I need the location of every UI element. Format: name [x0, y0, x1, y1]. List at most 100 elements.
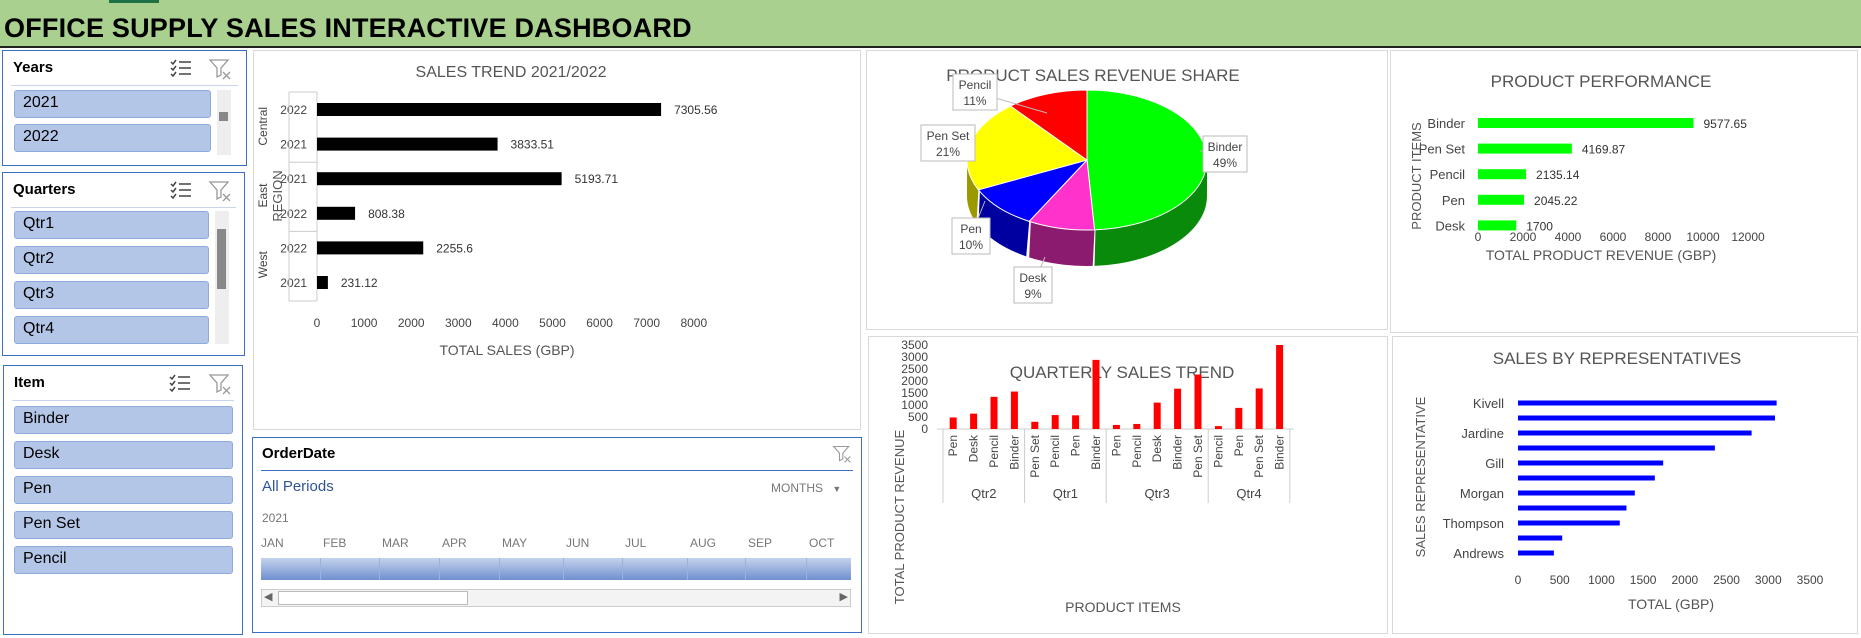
group-label: Qtr1 [1053, 486, 1078, 501]
sales-by-rep-panel: SALES BY REPRESENTATIVES Kivell Jardine Gil… [1392, 336, 1858, 634]
slicer-item[interactable]: Desk [14, 441, 233, 469]
slice-label: Desk [1019, 271, 1047, 285]
month-label[interactable]: OCT [809, 536, 834, 550]
bar [949, 417, 957, 429]
chart-title: SALES BY REPRESENTATIVES [1493, 349, 1741, 368]
month-label[interactable]: JAN [261, 536, 284, 550]
bar [1478, 143, 1572, 154]
slicer-header-line [12, 400, 234, 401]
bar [1092, 359, 1100, 429]
month-label[interactable]: MAR [382, 536, 409, 550]
y-tick-label: Kivell [1473, 396, 1504, 411]
timeline-scrollbar[interactable]: ◀ ▶ [261, 589, 851, 607]
month-label[interactable]: JUN [566, 536, 589, 550]
bar [317, 276, 328, 289]
x-tick-label: Pen [1232, 435, 1246, 456]
data-label: 3833.51 [511, 138, 555, 152]
product-performance-chart: PRODUCT PERFORMANCE Binder 9577.65 Pen Set 4… [1409, 72, 1765, 263]
month-label[interactable]: SEP [748, 536, 772, 550]
slicer-item[interactable]: Pencil [14, 546, 233, 574]
slicer-item[interactable]: 2021 [14, 90, 211, 118]
month-divider [379, 558, 380, 580]
x-axis-title: TOTAL SALES (GBP) [439, 342, 574, 358]
y-tick-label: Andrews [1453, 546, 1504, 561]
y-tick-label: 2021 [280, 276, 307, 290]
group-label: East [256, 183, 270, 208]
month-label[interactable]: APR [442, 536, 467, 550]
month-divider [622, 558, 623, 580]
x-tick-label: 2000 [1510, 230, 1537, 244]
x-tick-label: 2000 [398, 316, 425, 330]
x-tick-label: 6000 [586, 316, 613, 330]
y-tick-label: 500 [908, 410, 928, 424]
scrollbar-thumb[interactable] [219, 112, 228, 121]
bar [1518, 460, 1664, 466]
slicer-item[interactable]: Pen [14, 476, 233, 504]
y-axis-title: PRODUCT ITEMS [1409, 122, 1424, 230]
slicer-item[interactable]: Qtr1 [14, 211, 209, 239]
timeline-header-line [261, 470, 853, 471]
bar [317, 137, 498, 151]
item-slicer-title: Item [14, 374, 45, 391]
scrollbar-thumb[interactable] [217, 229, 226, 289]
bar [1478, 194, 1525, 205]
multi-select-icon[interactable] [168, 372, 192, 394]
chevron-down-icon: ▼ [832, 484, 842, 494]
x-tick-label: 6000 [1600, 230, 1627, 244]
x-tick-label: Binder [1007, 435, 1021, 470]
slicer-item[interactable]: Binder [14, 406, 233, 434]
x-tick-label: 1000 [1588, 573, 1615, 587]
slice-label: Pen [960, 222, 981, 236]
bar [1518, 445, 1715, 451]
time-level-label: MONTHS [771, 481, 823, 495]
clear-filter-icon[interactable] [832, 444, 852, 464]
sales-trend-panel: SALES TREND 2021/2022 2022 7305.56 2021 3833… [253, 50, 861, 430]
x-tick-label: 0 [314, 316, 321, 330]
bar [1518, 535, 1563, 541]
slicer-item[interactable]: Qtr2 [14, 246, 209, 274]
month-label[interactable]: JUL [625, 536, 646, 550]
bar [1518, 550, 1554, 556]
multi-select-icon[interactable] [169, 57, 193, 79]
slice-label: Pen Set [927, 129, 970, 143]
bar [1010, 391, 1018, 429]
time-level-dropdown[interactable]: MONTHS ▼ [771, 481, 841, 495]
x-axis-title: PRODUCT ITEMS [1065, 599, 1181, 615]
month-label[interactable]: FEB [323, 536, 346, 550]
x-tick-label: Pencil [1130, 435, 1144, 468]
bar [990, 396, 998, 429]
title-banner: OFFICE SUPPLY SALES INTERACTIVE DASHBOAR… [0, 0, 1861, 48]
y-tick-label: Pen Set [1419, 142, 1466, 157]
scroll-left-icon[interactable]: ◀ [264, 590, 272, 603]
x-tick-label: Binder [1273, 435, 1287, 470]
data-label: 7305.56 [674, 103, 718, 117]
slicer-item[interactable]: Pen Set [14, 511, 233, 539]
quarterly-trend-chart: QUARTERLY SALES TREND0500100015002000250… [892, 326, 1294, 615]
data-label: 2255.6 [436, 241, 473, 255]
slicer-item[interactable]: 2022 [14, 124, 211, 152]
all-periods-label: All Periods [262, 478, 334, 495]
bar [1518, 520, 1620, 526]
scroll-right-icon[interactable]: ▶ [840, 590, 848, 603]
scrollbar-thumb[interactable] [278, 591, 468, 605]
clear-filter-icon[interactable] [208, 179, 232, 203]
slicer-item[interactable]: Qtr4 [14, 316, 209, 344]
chart-title: SALES TREND 2021/2022 [416, 64, 607, 81]
timeline-bar[interactable] [261, 558, 851, 580]
slicer-scrollbar[interactable] [217, 90, 231, 155]
quarters-slicer: Quarters Qtr1 Qtr2 Qtr3 Qtr4 [2, 172, 245, 356]
x-tick-label: 12000 [1731, 230, 1765, 244]
multi-select-icon[interactable] [169, 179, 193, 201]
month-label[interactable]: MAY [502, 536, 527, 550]
quarters-slicer-title: Quarters [13, 181, 76, 198]
slicer-item[interactable]: Qtr3 [14, 281, 209, 309]
month-divider [563, 558, 564, 580]
clear-filter-icon[interactable] [208, 372, 232, 396]
clear-filter-icon[interactable] [208, 57, 232, 81]
y-tick-label: Pencil [1430, 167, 1466, 182]
x-tick-label: 8000 [1645, 230, 1672, 244]
bar [317, 103, 662, 116]
sales-trend-chart: SALES TREND 2021/2022 2022 7305.56 2021 3833… [256, 64, 718, 358]
slicer-scrollbar[interactable] [215, 211, 229, 344]
month-label[interactable]: AUG [690, 536, 716, 550]
